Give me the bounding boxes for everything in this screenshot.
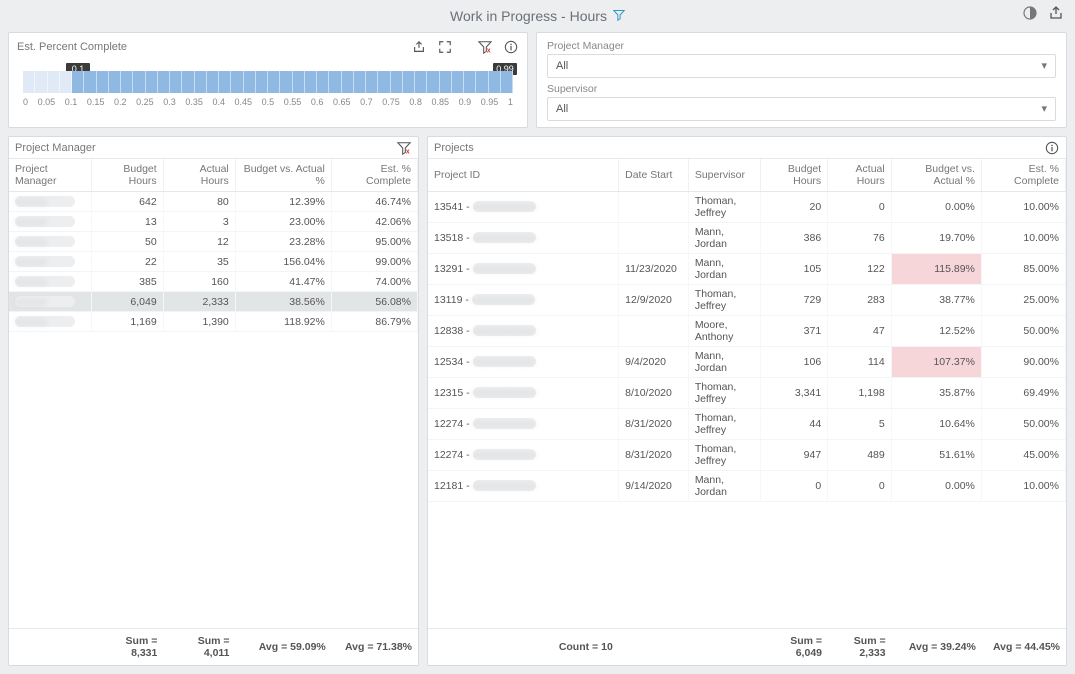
main-row: Project Manager x Project ManagerBudget … [8, 136, 1067, 666]
pm-footer-cell [9, 629, 91, 666]
projects-col-header[interactable]: Date Start [619, 159, 689, 192]
pm-footer-cell: Sum = 4,011 [163, 629, 235, 666]
projects-footer-cell: Sum = 6,049 [760, 629, 828, 666]
projects-col-header[interactable]: Budget Hours [760, 159, 828, 192]
table-row[interactable]: 12838 - xxxxxxxxxxxxMoore, Anthony371471… [428, 316, 1066, 347]
projects-panel-title: Projects [434, 142, 474, 154]
export-icon[interactable] [1047, 4, 1065, 22]
projects-panel: Projects Project IDDate StartSupervisorB… [427, 136, 1067, 666]
table-row[interactable]: 13291 - xxxxxxxxxxxx11/23/2020Mann, Jord… [428, 254, 1066, 285]
projects-footer-cell: Sum = 2,333 [828, 629, 892, 666]
table-row[interactable]: 12274 - xxxxxxxxxxxx8/31/2020Thoman, Jef… [428, 409, 1066, 440]
projects-footer-cell: Count = 10 [428, 629, 619, 666]
table-row[interactable]: 12274 - xxxxxxxxxxxx8/31/2020Thoman, Jef… [428, 440, 1066, 471]
table-row[interactable]: xxxxxx1,1691,390118.92%86.79% [9, 312, 418, 332]
table-row[interactable]: xxxxxx6,0492,33338.56%56.08% [9, 292, 418, 312]
pm-col-header[interactable]: Budget Hours [91, 159, 163, 192]
pm-filter-value: All [556, 60, 568, 72]
slider-card: Est. Percent Complete x [8, 32, 528, 128]
table-row[interactable]: 13518 - xxxxxxxxxxxxMann, Jordan3867619.… [428, 223, 1066, 254]
pm-clear-filter-icon[interactable]: x [396, 140, 412, 156]
projects-col-header[interactable]: Supervisor [688, 159, 760, 192]
pm-col-header[interactable]: Actual Hours [163, 159, 235, 192]
table-row[interactable]: 12534 - xxxxxxxxxxxx9/4/2020Mann, Jordan… [428, 347, 1066, 378]
filter-icon[interactable] [613, 9, 625, 24]
filters-card: Project Manager All ▾ Supervisor All ▾ [536, 32, 1067, 128]
projects-footer-cell [689, 629, 761, 666]
projects-col-header[interactable]: Budget vs. Actual % [891, 159, 981, 192]
pm-footer-cell: Avg = 71.38% [332, 629, 418, 666]
table-row[interactable]: xxxxxx38516041.47%74.00% [9, 272, 418, 292]
chevron-down-icon: ▾ [1041, 59, 1047, 72]
info-icon[interactable] [503, 39, 519, 55]
pm-table[interactable]: Project ManagerBudget HoursActual HoursB… [9, 159, 418, 332]
sup-filter-value: All [556, 103, 568, 115]
sup-filter-select[interactable]: All ▾ [547, 97, 1056, 121]
pm-filter-select[interactable]: All ▾ [547, 54, 1056, 78]
table-row[interactable]: xxxxxx6428012.39%46.74% [9, 192, 418, 212]
projects-footer-cell [619, 629, 689, 666]
pm-col-header[interactable]: Est. % Complete [331, 159, 417, 192]
slider-ticks: 00.050.10.150.20.250.30.350.40.450.50.55… [23, 97, 513, 107]
range-slider[interactable]: 0.1 0.99 00.050.10.150.20.250.30.350.40.… [17, 61, 519, 123]
slider-track[interactable] [23, 71, 513, 93]
pm-filter-label: Project Manager [547, 40, 1056, 52]
sup-filter-label: Supervisor [547, 83, 1056, 95]
slider-export-icon[interactable] [411, 39, 427, 55]
slider-label: Est. Percent Complete [17, 41, 127, 53]
projects-col-header[interactable]: Est. % Complete [981, 159, 1065, 192]
pm-footer-cell: Avg = 59.09% [236, 629, 332, 666]
table-row[interactable]: xxxxxx2235156.04%99.00% [9, 252, 418, 272]
pm-footer-cell: Sum = 8,331 [91, 629, 163, 666]
pm-col-header[interactable]: Project Manager [9, 159, 91, 192]
clear-filter-icon[interactable]: x [477, 39, 493, 55]
table-row[interactable]: 12315 - xxxxxxxxxxxx8/10/2020Thoman, Jef… [428, 378, 1066, 409]
pm-panel-title: Project Manager [15, 142, 96, 154]
table-row[interactable]: 13541 - xxxxxxxxxxxxThoman, Jeffrey2000.… [428, 192, 1066, 223]
projects-footer-cell: Avg = 44.45% [982, 629, 1066, 666]
projects-info-icon[interactable] [1044, 140, 1060, 156]
svg-text:x: x [487, 47, 491, 54]
projects-col-header[interactable]: Actual Hours [828, 159, 892, 192]
page-header: Work in Progress - Hours [8, 4, 1067, 28]
projects-col-header[interactable]: Project ID [428, 159, 619, 192]
projects-table[interactable]: Project IDDate StartSupervisorBudget Hou… [428, 159, 1066, 502]
svg-text:x: x [406, 148, 410, 155]
pm-col-header[interactable]: Budget vs. Actual % [235, 159, 331, 192]
page-title: Work in Progress - Hours [450, 8, 607, 24]
pm-panel: Project Manager x Project ManagerBudget … [8, 136, 419, 666]
table-row[interactable]: 13119 - xxxxxxxxxxxx12/9/2020Thoman, Jef… [428, 285, 1066, 316]
projects-footer-cell: Avg = 39.24% [892, 629, 982, 666]
table-row[interactable]: 12181 - xxxxxxxxxxxx9/14/2020Mann, Jorda… [428, 471, 1066, 502]
table-row[interactable]: xxxxxx13323.00%42.06% [9, 212, 418, 232]
color-mode-icon[interactable] [1021, 4, 1039, 22]
top-row: Est. Percent Complete x [8, 32, 1067, 128]
fullscreen-icon[interactable] [437, 39, 453, 55]
table-row[interactable]: xxxxxx501223.28%95.00% [9, 232, 418, 252]
chevron-down-icon: ▾ [1041, 102, 1047, 115]
